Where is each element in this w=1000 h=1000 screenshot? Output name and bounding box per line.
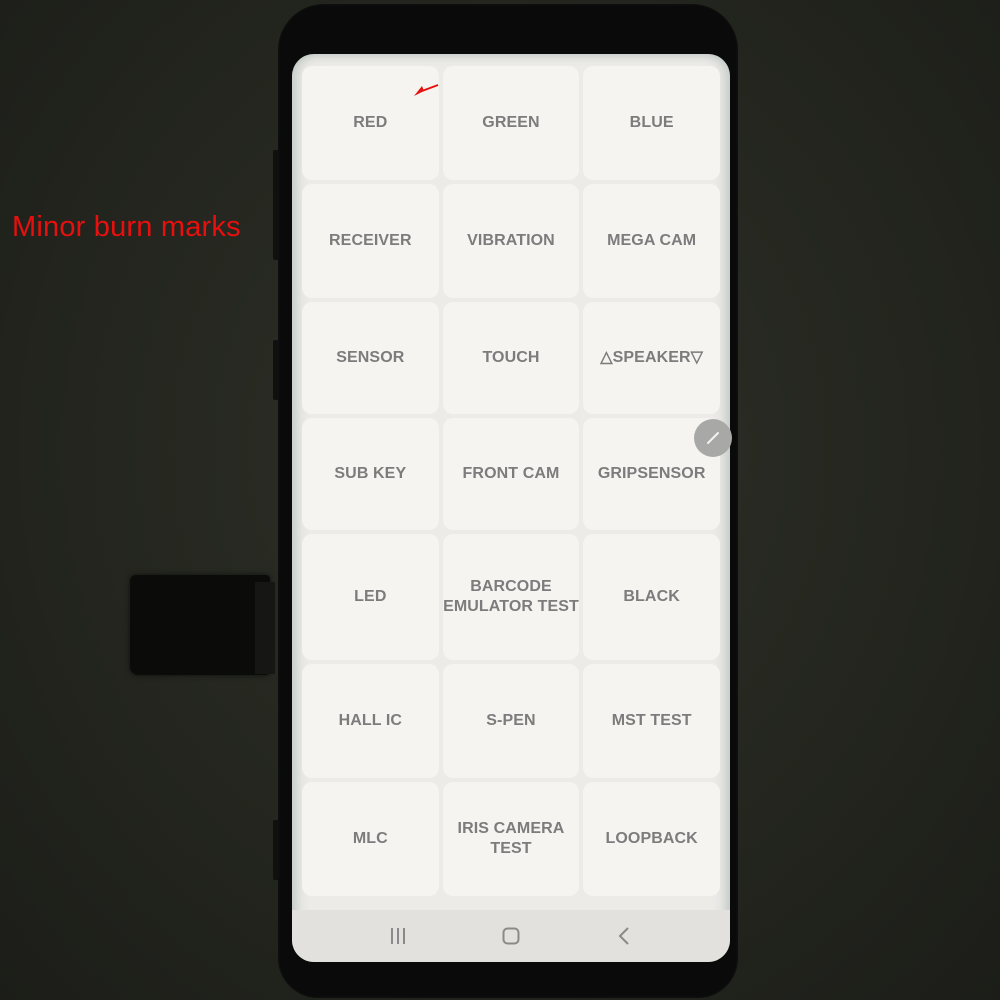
- burn-marks-annotation: Minor burn marks: [12, 211, 241, 243]
- tile-label: LOOPBACK: [605, 830, 698, 847]
- phone-screen: RED GREEN BLUE RECEIVER VIBRATION MEGA C…: [292, 54, 730, 962]
- tile-blue[interactable]: BLUE: [583, 66, 720, 180]
- tile-label: LED: [354, 588, 387, 605]
- recents-button[interactable]: [378, 916, 418, 956]
- back-button[interactable]: [604, 916, 644, 956]
- home-button[interactable]: [491, 916, 531, 956]
- tile-front-cam[interactable]: FRONT CAM: [442, 418, 580, 530]
- tile-loopback[interactable]: LOOPBACK: [583, 782, 720, 896]
- tile-label: MEGA CAM: [607, 232, 697, 249]
- tile-label: TOUCH: [482, 349, 540, 366]
- tile-label: BLACK: [623, 588, 680, 605]
- tile-vibration[interactable]: VIBRATION: [442, 184, 580, 298]
- red-arrow-annotation-icon: [414, 84, 439, 96]
- sim-tray-tab: [255, 582, 275, 674]
- tile-label: BLUE: [629, 114, 674, 131]
- tile-hall-ic[interactable]: HALL IC: [302, 664, 439, 778]
- tile-barcode-emulator-test[interactable]: BARCODE EMULATOR TEST: [442, 534, 580, 660]
- tile-label: △SPEAKER▽: [600, 349, 704, 366]
- tile-label: VIBRATION: [467, 232, 555, 249]
- test-menu-grid: RED GREEN BLUE RECEIVER VIBRATION MEGA C…: [302, 66, 720, 896]
- tile-black[interactable]: BLACK: [583, 534, 720, 660]
- tile-label: SENSOR: [336, 349, 405, 366]
- tile-label: RECEIVER: [329, 232, 412, 249]
- side-button: [273, 340, 279, 400]
- tile-label: S-PEN: [486, 712, 536, 729]
- tile-iris-camera-test[interactable]: IRIS CAMERA TEST: [442, 782, 580, 896]
- side-button: [273, 820, 279, 880]
- tile-label: MLC: [352, 830, 388, 847]
- tile-label: GRIPSENSOR: [597, 465, 706, 482]
- tile-label: HALL IC: [338, 712, 403, 729]
- tile-label: IRIS CAMERA TEST: [457, 820, 565, 857]
- tile-green[interactable]: GREEN: [442, 66, 580, 180]
- tile-speaker[interactable]: △SPEAKER▽: [583, 302, 720, 414]
- tile-touch[interactable]: TOUCH: [442, 302, 580, 414]
- floating-pen-button[interactable]: [694, 419, 732, 457]
- tile-sensor[interactable]: SENSOR: [302, 302, 439, 414]
- back-icon: [618, 927, 629, 945]
- pen-icon: [707, 432, 719, 444]
- home-icon: [502, 927, 520, 945]
- recents-icon: [391, 928, 406, 944]
- tile-led[interactable]: LED: [302, 534, 439, 660]
- tile-label: BARCODE EMULATOR TEST: [443, 578, 579, 615]
- tile-sub-key[interactable]: SUB KEY: [302, 418, 439, 530]
- tile-receiver[interactable]: RECEIVER: [302, 184, 439, 298]
- tile-label: GREEN: [482, 114, 540, 131]
- navigation-bar: [292, 910, 730, 962]
- tile-label: MST TEST: [611, 712, 692, 729]
- tile-mlc[interactable]: MLC: [302, 782, 439, 896]
- tile-label: SUB KEY: [334, 465, 407, 482]
- tile-label: FRONT CAM: [462, 465, 560, 482]
- tile-mst-test[interactable]: MST TEST: [583, 664, 720, 778]
- tile-s-pen[interactable]: S-PEN: [442, 664, 580, 778]
- sim-tray: [130, 575, 270, 675]
- tile-label: RED: [353, 114, 388, 131]
- side-button: [273, 150, 279, 260]
- tile-mega-cam[interactable]: MEGA CAM: [583, 184, 720, 298]
